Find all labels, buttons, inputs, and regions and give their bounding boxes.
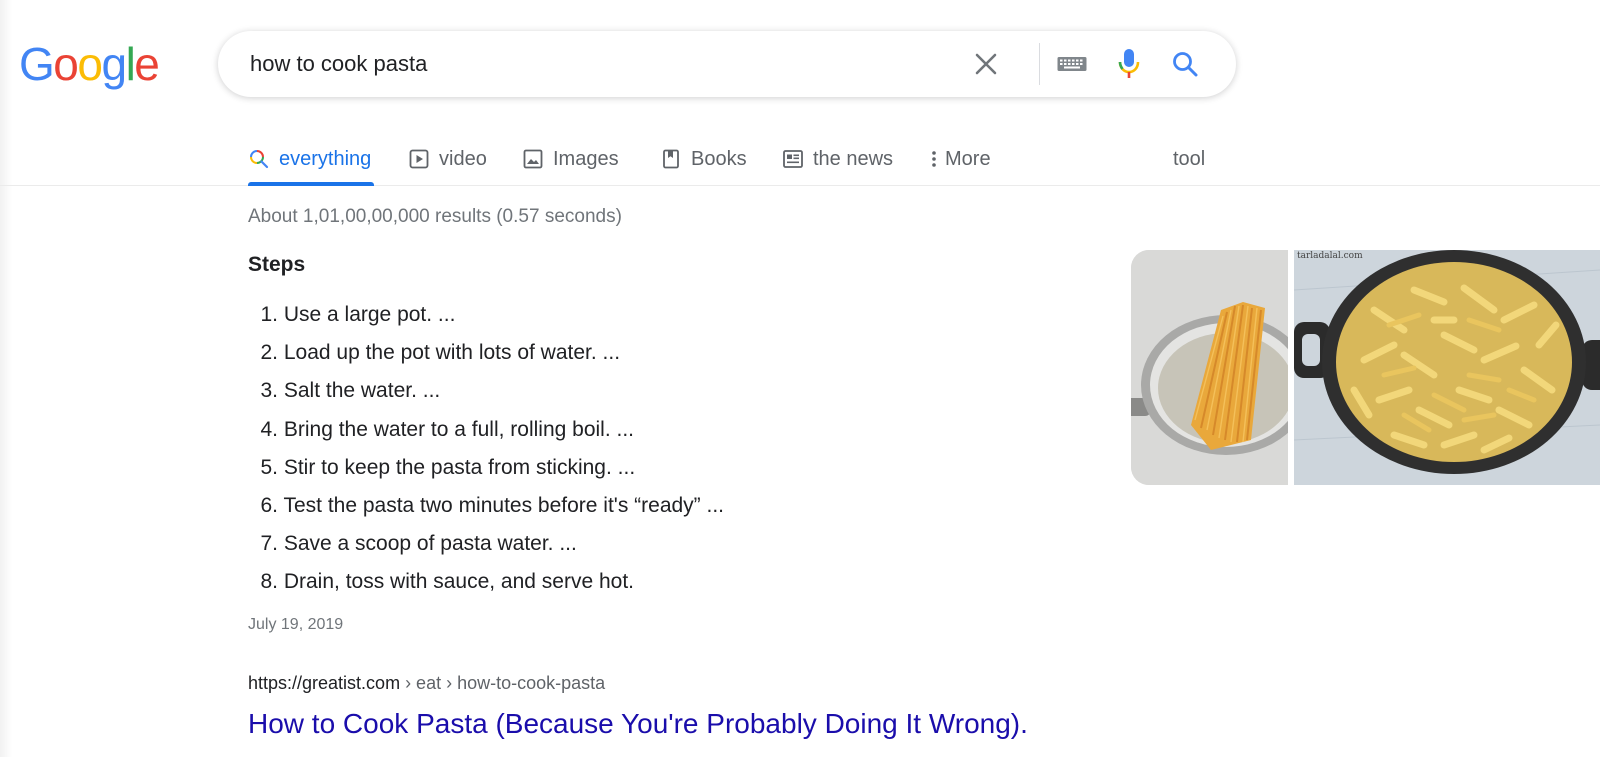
tab-more[interactable]: More	[930, 139, 991, 179]
close-icon[interactable]	[968, 46, 1004, 82]
tab-label: video	[439, 147, 487, 170]
spaghetti-pot-image[interactable]	[1131, 250, 1288, 485]
tools-button[interactable]: tool	[1173, 139, 1205, 179]
microphone-icon[interactable]	[1111, 46, 1147, 82]
book-icon	[660, 148, 682, 170]
search-icon[interactable]	[1167, 46, 1203, 82]
tab-books[interactable]: Books	[660, 139, 747, 179]
list-item: 8. Drain, toss with sauce, and serve hot…	[260, 570, 635, 594]
news-icon	[782, 148, 804, 170]
tab-video[interactable]: video	[408, 139, 487, 179]
search-tabs: everything video Images Books the news M…	[0, 125, 1600, 186]
tab-label: Images	[553, 147, 619, 170]
active-tab-indicator	[248, 182, 374, 186]
image-watermark: tarladalal.com	[1297, 251, 1363, 261]
searchbox-divider	[1039, 43, 1040, 85]
search-icon	[248, 148, 270, 170]
list-item: 2. Load up the pot with lots of water. .…	[260, 341, 621, 365]
list-item: 6. Test the pasta two minutes before it'…	[260, 493, 725, 517]
tab-label: Books	[691, 147, 747, 170]
snippet-heading: Steps	[248, 253, 306, 276]
url-breadcrumb: › eat › how-to-cook-pasta	[400, 673, 606, 693]
more-vert-icon	[930, 148, 938, 170]
list-item: 3. Salt the water. ...	[260, 379, 441, 403]
list-item: 1. Use a large pot. ...	[260, 303, 456, 326]
list-item: 5. Stir to keep the pasta from sticking.…	[260, 455, 636, 479]
keyboard-icon[interactable]	[1054, 46, 1090, 82]
search-box	[218, 31, 1236, 97]
search-input[interactable]	[250, 31, 930, 97]
video-icon	[408, 148, 430, 170]
tab-news[interactable]: the news	[782, 139, 893, 179]
tab-everything[interactable]: everything	[248, 139, 371, 179]
snippet-date: July 19, 2019	[248, 616, 344, 633]
list-item: 7. Save a scoop of pasta water. ...	[260, 532, 577, 556]
tab-label: More	[945, 147, 991, 170]
list-item: 4. Bring the water to a full, rolling bo…	[260, 417, 635, 441]
google-logo[interactable]: Google	[19, 40, 160, 88]
result-title-link[interactable]: How to Cook Pasta (Because You're Probab…	[248, 708, 1028, 740]
snippet-images: tarladalal.com	[1131, 250, 1600, 485]
penne-pot-image[interactable]: tarladalal.com	[1294, 250, 1600, 485]
result-url[interactable]: https://greatist.com › eat › how-to-cook…	[248, 673, 605, 694]
snippet-steps-list: 1. Use a large pot. ... 2. Load up the p…	[248, 296, 724, 602]
left-edge-shade	[0, 0, 12, 757]
tab-images[interactable]: Images	[522, 139, 619, 179]
result-stats: About 1,01,00,00,000 results (0.57 secon…	[248, 206, 622, 227]
tab-label: everything	[279, 147, 372, 170]
tab-label: the news	[813, 147, 894, 170]
image-icon	[522, 148, 544, 170]
